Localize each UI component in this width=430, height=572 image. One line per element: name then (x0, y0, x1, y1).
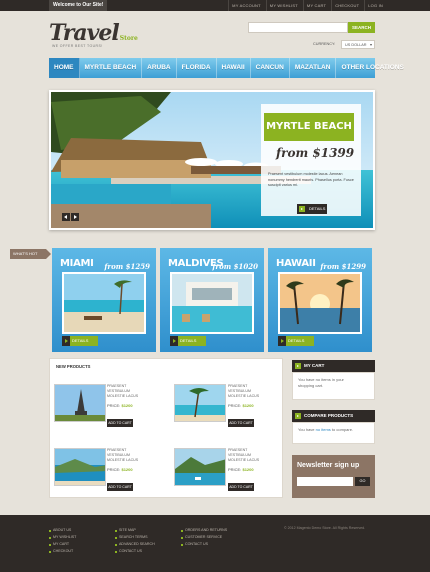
my-cart-block: You have no items in your shopping cart. (292, 372, 375, 400)
play-icon (170, 336, 178, 346)
nav-item-aruba[interactable]: ARUBA (142, 58, 177, 78)
slider-prev-button[interactable] (62, 213, 70, 221)
search-input[interactable] (248, 22, 348, 33)
footer-link[interactable]: SITE MAP (115, 527, 173, 534)
footer-link[interactable]: SEARCH TERMS (115, 534, 173, 541)
destination-price: from $1020 (212, 262, 258, 271)
destination-price: from $1259 (104, 262, 150, 271)
play-icon (295, 363, 301, 369)
compare-products-block: You have no items to compare. (292, 422, 375, 444)
footer-link[interactable]: CUSTOMER SERVICE (181, 534, 239, 541)
product-title[interactable]: PRAESENT VESTIBULUM MOLESTIE LACUS (107, 384, 147, 399)
newsletter-email-input[interactable] (297, 477, 353, 486)
currency-select[interactable]: US DOLLAR ▾ (341, 40, 375, 49)
logo[interactable]: TravelStore (49, 20, 138, 46)
slide-description: Praesent vestibulum molestie lacus. Aene… (268, 172, 354, 187)
logo-suffix: Store (119, 35, 138, 42)
footer-column-1: ABOUT US MY WISHLIST MY CART CHECKOUT (49, 527, 107, 555)
footer-link[interactable]: CONTACT US (115, 548, 173, 555)
my-account-link[interactable]: MY ACCOUNT (228, 0, 264, 11)
destination-details-button[interactable]: DETAILS (62, 336, 98, 346)
destination-details-button[interactable]: DETAILS (170, 336, 206, 346)
footer-link[interactable]: ABOUT US (49, 527, 107, 534)
nav-item-myrtle-beach[interactable]: MYRTLE BEACH (80, 58, 143, 78)
footer-link[interactable]: CHECKOUT (49, 548, 107, 555)
search-button[interactable]: SEARCH (348, 22, 375, 33)
footer-column-3: ORDERS AND RETURNS CUSTOMER SERVICE CONT… (181, 527, 239, 548)
play-icon (278, 336, 286, 346)
play-icon (299, 206, 305, 212)
newsletter-go-button[interactable]: GO (355, 477, 370, 486)
footer-link[interactable]: CONTACT US (181, 541, 239, 548)
play-icon (62, 336, 70, 346)
footer-link[interactable]: MY WISHLIST (49, 534, 107, 541)
product-price: PRICE: $1200 (228, 467, 254, 472)
destination-image (170, 272, 254, 334)
compare-products-heading: COMPARE PRODUCTS (292, 410, 375, 422)
destination-image (62, 272, 146, 334)
footer-column-2: SITE MAP SEARCH TERMS ADVANCED SEARCH CO… (115, 527, 173, 555)
product-price: PRICE: $1200 (107, 467, 133, 472)
newsletter-heading: Newsletter sign up (297, 462, 360, 469)
add-to-cart-button[interactable]: ADD TO CART (228, 483, 254, 491)
destination-card-hawaii[interactable]: HAWAII from $1299 DETAILS (268, 248, 372, 352)
main-nav: HOME MYRTLE BEACH ARUBA FLORIDA HAWAII C… (49, 58, 404, 78)
destination-details-button[interactable]: DETAILS (278, 336, 314, 346)
no-items-link[interactable]: no items (316, 427, 331, 432)
footer-link[interactable]: MY CART (49, 541, 107, 548)
product-title[interactable]: PRAESENT VESTIBULUM MOLESTIE LACUS (228, 384, 268, 399)
top-links: MY ACCOUNT MY WISHLIST MY CART CHECKOUT … (228, 0, 386, 11)
welcome-message: Welcome to Our Site! (49, 0, 108, 11)
product-title[interactable]: PRAESENT VESTIBULUM MOLESTIE LACUS (107, 448, 147, 463)
destination-image (278, 272, 362, 334)
add-to-cart-button[interactable]: ADD TO CART (107, 483, 133, 491)
product-price: PRICE: $1200 (228, 403, 254, 408)
whats-hot-tag: WHAT'S HOT (10, 249, 51, 259)
slider-next-button[interactable] (71, 213, 79, 221)
new-products-heading: NEW PRODUCTS (56, 364, 91, 369)
destination-card-maldives[interactable]: MALDIVES from $1020 DETAILS (160, 248, 264, 352)
nav-item-other-locations[interactable]: OTHER LOCATIONS (336, 58, 408, 78)
my-wishlist-link[interactable]: MY WISHLIST (265, 0, 301, 11)
product-image[interactable] (174, 448, 226, 486)
currency-label: CURRENCY: (313, 42, 336, 46)
logo-main: Travel (49, 20, 120, 46)
destination-price: from $1299 (320, 262, 366, 271)
nav-item-florida[interactable]: FLORIDA (177, 58, 217, 78)
play-icon (295, 413, 301, 419)
destination-name: HAWAII (276, 258, 316, 269)
currency-value: US DOLLAR (345, 43, 367, 47)
chevron-down-icon: ▾ (369, 42, 372, 47)
cart-text-a: You have no items in your (298, 377, 344, 382)
add-to-cart-button[interactable]: ADD TO CART (107, 419, 133, 427)
destination-card-miami[interactable]: MIAMI from $1259 DETAILS (52, 248, 156, 352)
cart-text-b: shopping cart. (298, 383, 324, 388)
product-image[interactable] (174, 384, 226, 422)
nav-item-home[interactable]: HOME (49, 58, 80, 78)
nav-item-mazatlan[interactable]: MAZATLAN (290, 58, 337, 78)
copyright: © 2012 Magento Demo Store. All Rights Re… (284, 526, 366, 530)
my-cart-heading: MY CART (292, 360, 375, 372)
product-image[interactable] (54, 384, 106, 422)
product-image[interactable] (54, 448, 106, 486)
destination-name: MIAMI (60, 258, 94, 269)
login-link[interactable]: LOG IN (364, 0, 386, 11)
slide-price: from $1399 (276, 146, 355, 160)
slide-title: MYRTLE BEACH (264, 113, 354, 141)
footer-link[interactable]: ORDERS AND RETURNS (181, 527, 239, 534)
add-to-cart-button[interactable]: ADD TO CART (228, 419, 254, 427)
footer-link[interactable]: ADVANCED SEARCH (115, 541, 173, 548)
slide-details-button[interactable]: DETAILS (297, 204, 327, 214)
product-price: PRICE: $1200 (107, 403, 133, 408)
nav-item-hawaii[interactable]: HAWAII (217, 58, 251, 78)
my-cart-link[interactable]: MY CART (302, 0, 329, 11)
checkout-link[interactable]: CHECKOUT (331, 0, 362, 11)
nav-item-cancun[interactable]: CANCUN (251, 58, 290, 78)
product-title[interactable]: PRAESENT VESTIBULUM MOLESTIE LACUS (228, 448, 268, 463)
tagline: WE OFFER BEST TOURS! (52, 44, 103, 48)
